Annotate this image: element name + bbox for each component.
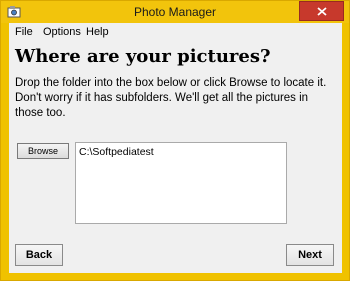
app-window: Photo Manager File Options Help Where ar…: [0, 0, 350, 281]
close-icon: [317, 7, 327, 16]
close-button[interactable]: [299, 1, 344, 21]
next-button[interactable]: Next: [286, 244, 334, 266]
menu-bar: File Options Help: [9, 23, 342, 41]
menu-file[interactable]: File: [13, 26, 35, 38]
folder-path: C:\Softpediatest: [79, 146, 154, 158]
title-bar[interactable]: Photo Manager: [1, 1, 349, 23]
folder-drop-box[interactable]: C:\Softpediatest: [75, 142, 287, 224]
instructions-text: Drop the folder into the box below or cl…: [15, 77, 327, 119]
back-button[interactable]: Back: [15, 244, 63, 266]
browse-button[interactable]: Browse: [17, 143, 69, 159]
client-area: File Options Help Where are your picture…: [9, 23, 342, 273]
page-heading: Where are your pictures?: [15, 46, 271, 67]
menu-help[interactable]: Help: [84, 26, 111, 38]
window-title: Photo Manager: [133, 5, 217, 19]
menu-options[interactable]: Options: [41, 26, 83, 38]
